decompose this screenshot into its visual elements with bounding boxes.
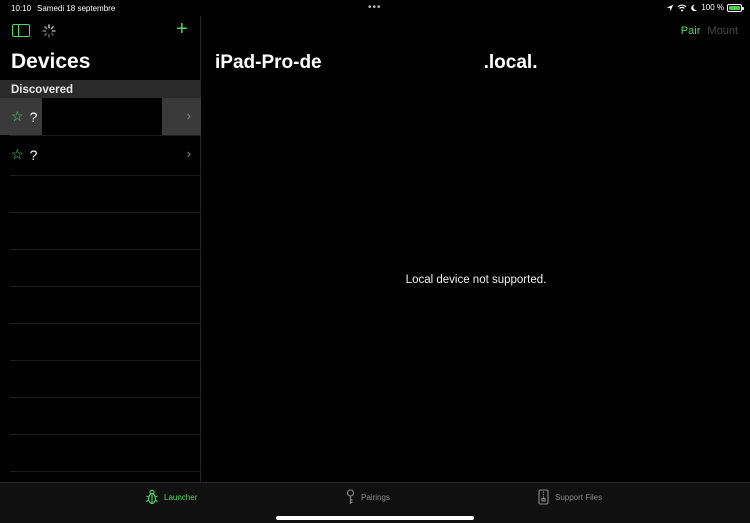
status-bar: 10:10 Samedi 18 septembre ••• 100 %: [0, 0, 750, 16]
status-time: 10:10: [11, 4, 32, 13]
tab-pairings[interactable]: Pairings: [346, 489, 390, 505]
bug-icon: [146, 489, 158, 505]
sidebar: + Devices Discovered ☆ ? › ☆ ? ›: [0, 16, 201, 482]
row-separator: [10, 434, 201, 435]
row-separator: [10, 249, 201, 250]
tab-support-files-label: Support Files: [555, 492, 603, 502]
tab-launcher[interactable]: Launcher: [146, 489, 197, 505]
row-separator: [10, 212, 201, 213]
pair-button[interactable]: Pair: [681, 25, 701, 37]
device-row-1[interactable]: ☆ ? ›: [0, 98, 201, 135]
tab-launcher-label: Launcher: [164, 492, 198, 502]
battery-icon: [727, 3, 744, 12]
row-separator: [10, 175, 201, 176]
device-title-end: .local.: [483, 52, 538, 73]
chevron-right-icon: ›: [186, 108, 191, 123]
device-row-2[interactable]: ☆ ? ›: [0, 136, 201, 173]
status-indicators: 100 %: [666, 3, 744, 12]
tab-pairings-label: Pairings: [361, 492, 390, 502]
detail-pane: Pair Mount iPad-Pro-de .local. Local devi…: [202, 16, 750, 482]
home-indicator[interactable]: [276, 516, 474, 520]
redacted-device-info: [42, 98, 162, 135]
device-name: ?: [29, 146, 38, 163]
device-title-start: iPad-Pro-de: [215, 52, 322, 73]
wifi-icon: [677, 4, 687, 11]
redacted-device-info: [42, 136, 162, 173]
row-separator: [10, 471, 201, 472]
top-actions: Pair Mount: [681, 25, 738, 37]
section-header-discovered: Discovered: [0, 80, 201, 98]
star-icon[interactable]: ☆: [11, 108, 24, 125]
key-icon: [346, 489, 355, 504]
tab-support-files[interactable]: Support Files: [538, 489, 602, 505]
device-name: ?: [29, 108, 38, 125]
status-date: Samedi 18 septembre: [37, 4, 116, 13]
moon-icon: [691, 4, 698, 11]
tab-bar: Launcher Pairings Support Files: [0, 482, 750, 523]
row-separator: [10, 323, 201, 324]
star-icon[interactable]: ☆: [11, 146, 24, 163]
battery-fill: [729, 5, 740, 10]
battery-percentage: 100 %: [701, 3, 724, 12]
row-separator: [10, 360, 201, 361]
device-title: iPad-Pro-de .local.: [215, 52, 537, 74]
zip-file-icon: [538, 489, 549, 505]
unsupported-message: Local device not supported.: [405, 274, 547, 286]
multitasking-dots[interactable]: •••: [368, 2, 382, 13]
chevron-right-icon: ›: [186, 146, 191, 161]
row-separator: [10, 397, 201, 398]
add-device-button[interactable]: +: [176, 19, 188, 39]
activity-spinner-icon: [42, 24, 56, 38]
page-title: Devices: [11, 50, 91, 73]
row-separator: [10, 286, 201, 287]
sidebar-toggle-icon[interactable]: [12, 24, 30, 37]
mount-button[interactable]: Mount: [707, 25, 738, 37]
location-icon: [667, 4, 674, 11]
